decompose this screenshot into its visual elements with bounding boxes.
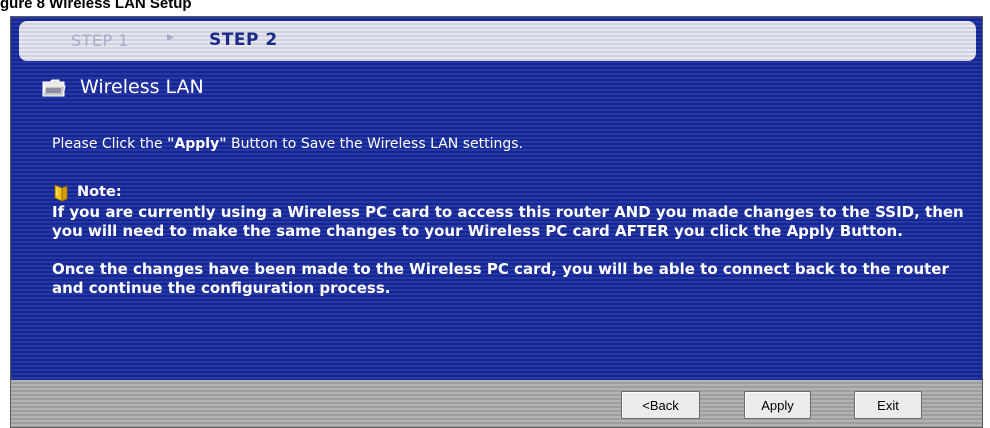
figure-caption: gure 8 Wireless LAN Setup	[0, 0, 192, 12]
instruction-emphasis: "Apply"	[167, 136, 227, 152]
exit-button[interactable]: Exit	[854, 391, 922, 419]
instruction-prefix: Please Click the	[52, 136, 168, 152]
note-paragraph-2: Once the changes have been made to the W…	[52, 260, 949, 297]
step-arrow-icon: ▸	[167, 29, 175, 45]
step-bar: STEP 1 ▸ STEP 2	[19, 21, 976, 61]
note-body: If you are currently using a Wireless PC…	[52, 203, 967, 317]
note-icon	[54, 184, 68, 202]
step-1-label: STEP 1	[71, 31, 129, 50]
step-2-label: STEP 2	[209, 30, 278, 50]
instruction-suffix: Button to Save the Wireless LAN settings…	[226, 136, 523, 152]
note-label: Note:	[77, 184, 122, 200]
section-title: Wireless LAN	[80, 76, 204, 98]
back-button[interactable]: <Back	[621, 391, 700, 419]
instruction-text: Please Click the "Apply" Button to Save …	[52, 136, 523, 152]
button-footer: <Back Apply Exit	[11, 380, 982, 427]
note-paragraph-1: If you are currently using a Wireless PC…	[52, 203, 964, 240]
folder-icon	[42, 79, 66, 97]
apply-button[interactable]: Apply	[744, 391, 811, 419]
wizard-window: STEP 1 ▸ STEP 2 Wireless LAN Please Clic…	[10, 16, 983, 428]
